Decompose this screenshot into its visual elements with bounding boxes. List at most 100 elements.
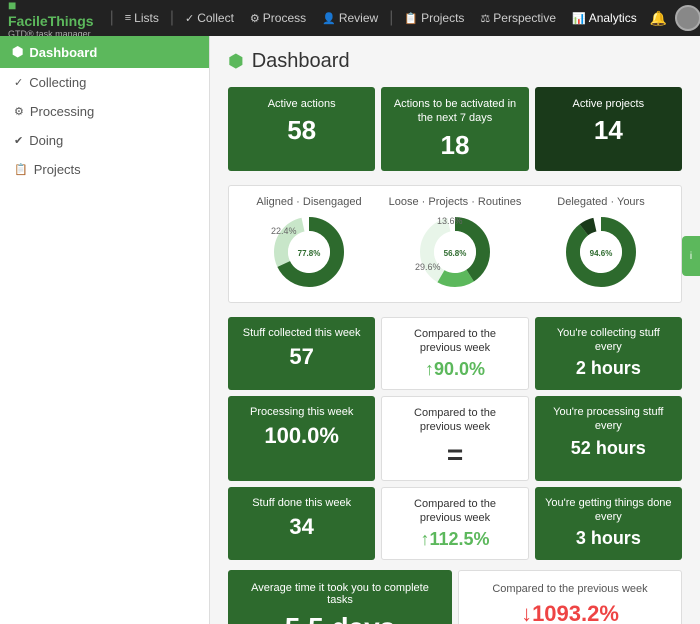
lists-icon: ≡ [125, 12, 131, 24]
nav-perspective[interactable]: ⚖ Perspective [473, 7, 563, 29]
sidebar-projects-label: Projects [34, 162, 81, 177]
nav-process[interactable]: ⚙ Process [243, 7, 313, 29]
nav-collect[interactable]: ✓ Collect [178, 7, 241, 29]
sidebar-item-projects[interactable]: 📋 Projects [0, 155, 209, 184]
stuff-collected-label: Stuff collected this week [238, 326, 365, 340]
avg-time-value: 5.5 days [240, 612, 440, 624]
processing-every-value: 52 hours [545, 438, 672, 459]
main-layout: ⬢ Dashboard ✓ Collecting ⚙ Processing ✔ … [0, 36, 700, 624]
doing-icon: ✔ [14, 134, 23, 147]
sidebar-collecting-label: Collecting [29, 75, 86, 90]
navbar: ■ FacileThings GTD® task manager | ≡ Lis… [0, 0, 700, 36]
float-tab[interactable]: i [682, 236, 700, 276]
stat-card-active-projects: Active projects 14 [535, 87, 682, 171]
svg-text:56.8%: 56.8% [444, 249, 467, 258]
brand-name: FacileThings [8, 13, 94, 29]
metric-done-every: You're getting things done every 3 hours [535, 487, 682, 561]
navbar-links: | ≡ Lists | ✓ Collect ⚙ Process 👤 Review… [108, 7, 644, 29]
next7days-label: Actions to be activated in the next 7 da… [393, 97, 516, 126]
collecting-every-value: 2 hours [545, 358, 672, 379]
dashboard-sidebar-icon: ⬢ [12, 44, 23, 60]
big-card-avg-time: Average time it took you to complete tas… [228, 570, 452, 624]
collecting-every-label: You're collecting stuff every [545, 326, 672, 355]
chart3-label: Delegated · Yours [557, 196, 644, 208]
stuff-done-label: Stuff done this week [238, 496, 365, 510]
next7days-value: 18 [393, 130, 516, 161]
page-title: ⬢ Dashboard [228, 50, 682, 73]
comp-card-avg-time: Compared to the previous week ↓1093.2% [458, 570, 682, 624]
bell-icon[interactable]: 🔔 [650, 10, 667, 27]
compared-processing-label: Compared to the previous week [392, 406, 517, 435]
comp-avg-value: ↓1093.2% [471, 601, 669, 624]
sidebar-item-doing[interactable]: ✔ Doing [0, 126, 209, 155]
active-actions-label: Active actions [240, 97, 363, 111]
charts-row: Aligned · Disengaged 77.8% 22.4% Loose ·… [228, 185, 682, 303]
dashboard-title-text: Dashboard [252, 50, 350, 73]
compared-done-value: ↑112.5% [392, 529, 517, 550]
sidebar-processing-label: Processing [30, 104, 94, 119]
svg-text:77.8%: 77.8% [298, 249, 321, 258]
compared-collection-value: ↑90.0% [392, 359, 517, 380]
metric-stuff-done: Stuff done this week 34 [228, 487, 375, 561]
compared-collection-label: Compared to the previous week [392, 327, 517, 356]
analytics-icon: 📊 [572, 12, 586, 25]
collecting-icon: ✓ [14, 76, 23, 89]
sidebar-item-collecting[interactable]: ✓ Collecting [0, 68, 209, 97]
brand-logo[interactable]: ■ FacileThings GTD® task manager [8, 0, 94, 39]
projects-nav-icon: 📋 [404, 12, 418, 25]
collect-icon: ✓ [185, 12, 194, 25]
stat-card-active-actions: Active actions 58 [228, 87, 375, 171]
donut3: 94.6% [561, 212, 641, 292]
stuff-done-value: 34 [238, 514, 365, 540]
active-projects-label: Active projects [547, 97, 670, 111]
nav-analytics[interactable]: 📊 Analytics [565, 7, 644, 29]
dashboard-title-icon: ⬢ [228, 51, 244, 72]
projects-sidebar-icon: 📋 [14, 163, 28, 176]
nav-projects[interactable]: 📋 Projects [397, 7, 471, 29]
processing-value: 100.0% [238, 423, 365, 449]
metric-compared-collection: Compared to the previous week ↑90.0% [381, 317, 528, 391]
stuff-collected-value: 57 [238, 344, 365, 370]
chart-delegated-yours: Delegated · Yours 94.6% [531, 196, 671, 292]
svg-text:94.6%: 94.6% [590, 249, 613, 258]
avatar[interactable] [675, 5, 700, 31]
sidebar-item-processing[interactable]: ⚙ Processing [0, 97, 209, 126]
nav-lists[interactable]: ≡ Lists [118, 7, 166, 29]
chart-aligned-disengaged: Aligned · Disengaged 77.8% 22.4% [239, 196, 379, 292]
chart2-label: Loose · Projects · Routines [389, 196, 522, 208]
comp-avg-label: Compared to the previous week [471, 583, 669, 595]
navbar-right: 🔔 [650, 5, 700, 31]
stat-card-next7days: Actions to be activated in the next 7 da… [381, 87, 528, 171]
sidebar-header[interactable]: ⬢ Dashboard [0, 36, 209, 68]
active-actions-value: 58 [240, 115, 363, 146]
chart-loose-projects-routines: Loose · Projects · Routines 56.8% 13.6% … [385, 196, 525, 292]
sidebar: ⬢ Dashboard ✓ Collecting ⚙ Processing ✔ … [0, 36, 210, 624]
stat-cards-row: Active actions 58 Actions to be activate… [228, 87, 682, 171]
process-icon: ⚙ [250, 12, 260, 25]
metric-compared-processing: Compared to the previous week = [381, 396, 528, 481]
compared-done-label: Compared to the previous week [392, 497, 517, 526]
processing-icon: ⚙ [14, 105, 24, 118]
nav-review[interactable]: 👤 Review [315, 7, 385, 29]
content-area: i ⬢ Dashboard Active actions 58 Actions … [210, 36, 700, 624]
chart1-label: Aligned · Disengaged [256, 196, 361, 208]
sidebar-doing-label: Doing [29, 133, 63, 148]
metric-processing-every: You're processing stuff every 52 hours [535, 396, 682, 481]
active-projects-value: 14 [547, 115, 670, 146]
sidebar-header-label: Dashboard [29, 45, 97, 60]
bottom-row: Average time it took you to complete tas… [228, 570, 682, 624]
metric-processing: Processing this week 100.0% [228, 396, 375, 481]
donut2: 56.8% 13.6% 29.6% [415, 212, 495, 292]
done-every-value: 3 hours [545, 528, 672, 549]
metric-stuff-collected: Stuff collected this week 57 [228, 317, 375, 391]
avg-time-label: Average time it took you to complete tas… [240, 582, 440, 606]
metrics-grid: Stuff collected this week 57 Compared to… [228, 317, 682, 561]
perspective-icon: ⚖ [480, 12, 490, 25]
brand-icon: ■ [8, 0, 16, 13]
done-every-label: You're getting things done every [545, 496, 672, 525]
review-icon: 👤 [322, 12, 336, 25]
processing-label: Processing this week [238, 405, 365, 419]
metric-collecting-every: You're collecting stuff every 2 hours [535, 317, 682, 391]
processing-every-label: You're processing stuff every [545, 405, 672, 434]
compared-processing-value: = [392, 439, 517, 471]
